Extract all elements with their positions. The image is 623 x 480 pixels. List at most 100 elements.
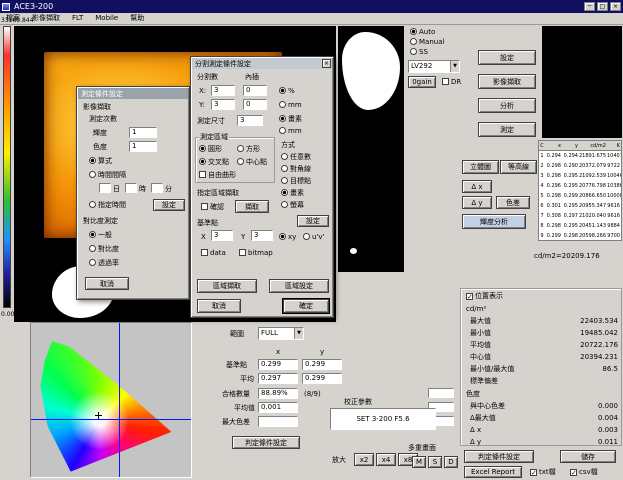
minimize-icon[interactable]: ─: [584, 2, 595, 11]
maximize-icon[interactable]: □: [597, 2, 608, 11]
close-icon[interactable]: ×: [610, 2, 621, 11]
range-select[interactable]: FULL ▼: [258, 327, 304, 340]
y-interp-field[interactable]: 0: [243, 99, 267, 110]
mode-radio-icon: [281, 201, 288, 208]
interval-min-field[interactable]: [151, 183, 163, 193]
mode-set-button[interactable]: 設定: [297, 215, 329, 227]
interval-day-field[interactable]: [99, 183, 111, 193]
zoom-x2-button[interactable]: x2: [354, 453, 374, 466]
bitmap-checkbox[interactable]: bitmap: [239, 249, 273, 258]
capture-button[interactable]: 影像擷取: [478, 74, 536, 89]
chevron-down-icon[interactable]: ▼: [450, 61, 459, 72]
pass-count-label: 合格數量: [222, 390, 250, 399]
mode-option-radio[interactable]: 對角線: [281, 165, 311, 174]
free-shape-checkbox[interactable]: 自由曲形: [199, 171, 236, 180]
ref-x-field[interactable]: 3: [211, 230, 233, 241]
interval-radio-icon: [89, 171, 96, 178]
delta-x-button[interactable]: Δ x: [462, 180, 492, 193]
interval-hour-field[interactable]: [125, 183, 137, 193]
interval-radio[interactable]: 時間間隔: [89, 171, 126, 180]
mode-ss[interactable]: SS: [410, 48, 428, 57]
cancel-button[interactable]: 取消: [85, 277, 129, 290]
luminance-analysis-button[interactable]: 輝度分析: [462, 214, 526, 229]
ok-button[interactable]: 確定: [283, 299, 329, 313]
grab-button[interactable]: 擷取: [235, 200, 269, 213]
region-set-button[interactable]: 區域設定: [269, 279, 329, 293]
fixed-time-radio[interactable]: 指定時間: [89, 201, 126, 210]
cancel-button[interactable]: 取消: [197, 299, 241, 313]
multi-m-button[interactable]: M: [412, 456, 426, 468]
reference-y-field[interactable]: 0.299: [302, 359, 342, 370]
multi-d-button[interactable]: D: [444, 456, 458, 468]
range-judge-condition-button[interactable]: 判定條件設定: [232, 436, 300, 449]
time-set-button[interactable]: 設定: [153, 199, 185, 211]
dr-checkbox[interactable]: DR: [442, 78, 461, 87]
unit-percent-radio[interactable]: %: [279, 87, 295, 96]
contrast-radio[interactable]: 對比度: [89, 245, 119, 254]
average-x-field[interactable]: 0.297: [258, 373, 298, 384]
region-grab-button[interactable]: 區域擷取: [197, 279, 257, 293]
zoom-x4-button[interactable]: x4: [376, 453, 396, 466]
analyze-button[interactable]: 分析: [478, 98, 536, 113]
data-file-checkbox[interactable]: data: [201, 249, 226, 258]
reference-x-field[interactable]: 0.299: [258, 359, 298, 370]
menu-help[interactable]: 幫助: [124, 13, 150, 24]
mode-option-radio[interactable]: 目標點: [281, 177, 311, 186]
circle-radio-icon: [199, 145, 206, 152]
chroma-count-field[interactable]: 1: [129, 141, 157, 152]
mode-auto[interactable]: Auto: [410, 28, 435, 37]
circle-radio[interactable]: 圓形: [199, 145, 222, 154]
normal-radio[interactable]: 一般: [89, 231, 112, 240]
luminance-count-field[interactable]: 1: [129, 127, 157, 138]
zero-gain-button[interactable]: 0gain: [408, 76, 436, 88]
cross-point-radio[interactable]: 交叉點: [199, 158, 229, 167]
cie-chromaticity-diagram[interactable]: [30, 322, 192, 478]
center-point-radio[interactable]: 中心點: [237, 158, 267, 167]
mode-option-radio[interactable]: 螢幕: [281, 201, 304, 210]
confirm-checkbox[interactable]: 確認: [201, 203, 224, 212]
x-interp-field[interactable]: 0: [243, 85, 267, 96]
calibration-value: SET 3-200 F5.6: [330, 408, 436, 430]
csv-file-checkbox[interactable]: csv檔: [570, 468, 598, 477]
ref-y-field[interactable]: 3: [251, 230, 273, 241]
display-xy-radio[interactable]: xy: [279, 233, 296, 242]
stat-row: 平均值20722.176: [470, 341, 618, 351]
measure-button[interactable]: 測定: [478, 122, 536, 137]
judge-condition-button[interactable]: 判定條件設定: [464, 450, 534, 463]
position-display-checkbox[interactable]: 位置表示: [466, 292, 503, 301]
mode-option-radio[interactable]: 畫素: [281, 189, 304, 198]
calibration-label: 校正參數: [344, 398, 372, 407]
size-pixel-radio[interactable]: 畫素: [279, 115, 302, 124]
square-radio[interactable]: 方形: [237, 145, 260, 154]
delta-y-button[interactable]: Δ y: [462, 196, 492, 209]
surface-3d-button[interactable]: 立體圖: [462, 160, 499, 174]
close-icon[interactable]: ×: [322, 59, 331, 68]
contour-button[interactable]: 等高線: [500, 160, 537, 174]
normal-radio-icon: [89, 231, 96, 238]
secondary-image-view[interactable]: [338, 26, 404, 272]
measure-size-field[interactable]: 3: [237, 115, 263, 126]
mode-option-radio[interactable]: 任意數: [281, 153, 311, 162]
formula-radio[interactable]: 算式: [89, 157, 112, 166]
save-button[interactable]: 儲存: [560, 450, 616, 463]
mode-manual[interactable]: Manual: [410, 38, 444, 47]
settings-button[interactable]: 設定: [478, 50, 536, 65]
transmittance-radio[interactable]: 透過率: [89, 259, 119, 268]
menu-flt[interactable]: FLT: [66, 13, 89, 24]
txt-file-checkbox[interactable]: txt檔: [530, 468, 556, 477]
color-diff-button[interactable]: 色差: [496, 196, 530, 209]
chevron-down-icon[interactable]: ▼: [294, 328, 303, 339]
display-uv-radio[interactable]: u'v': [303, 233, 324, 242]
y-division-field[interactable]: 3: [211, 99, 235, 110]
menu-mobile[interactable]: Mobile: [89, 13, 124, 24]
dialog-title-bar[interactable]: 測定條件設定: [78, 88, 188, 99]
average-y-field[interactable]: 0.299: [302, 373, 342, 384]
multi-s-button[interactable]: S: [428, 456, 442, 468]
measurement-table[interactable]: C x y cd/m2 K 10.2940.29421891.67510407 …: [538, 140, 622, 241]
excel-report-button[interactable]: Excel Report: [464, 466, 522, 478]
unit-mm-radio[interactable]: mm: [279, 101, 302, 110]
dialog-title-bar[interactable]: 分割測定條件設定: [192, 58, 332, 69]
x-division-field[interactable]: 3: [211, 85, 235, 96]
lv-select[interactable]: LV292 ▼: [408, 60, 460, 73]
size-mm-radio[interactable]: mm: [279, 127, 302, 136]
